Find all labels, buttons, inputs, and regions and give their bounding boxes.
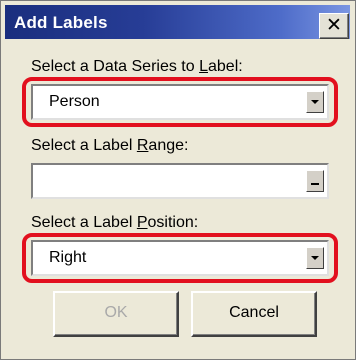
close-icon: ✕ (326, 15, 342, 36)
data-series-label: Select a Data Series to Label: (31, 58, 243, 76)
label-range-picker-button[interactable] (306, 170, 324, 192)
label-range-label-pre: Select a Label (31, 137, 137, 154)
close-button[interactable]: ✕ (319, 13, 349, 39)
label-position-label-pre: Select a Label (31, 214, 137, 231)
data-series-label-pre: Select a Data Series to (31, 58, 200, 75)
data-series-highlight (22, 77, 338, 127)
label-range-label: Select a Label Range: (31, 137, 188, 155)
data-series-label-post: abel: (208, 58, 243, 75)
dialog-titlebar: Add Labels ✕ (5, 5, 350, 39)
label-position-label: Select a Label Position: (31, 214, 198, 232)
cancel-button[interactable]: Cancel (191, 291, 317, 337)
label-position-label-accesskey: P (136, 214, 148, 231)
range-select-icon (311, 183, 319, 185)
label-range-label-accesskey: R (136, 137, 149, 154)
dialog-title: Add Labels (14, 13, 108, 32)
label-range-input[interactable] (31, 163, 329, 199)
add-labels-dialog: Add Labels ✕ Select a Data Series to Lab… (0, 0, 356, 360)
label-position-label-post: osition: (147, 214, 199, 231)
label-range-label-post: ange: (148, 137, 189, 154)
label-position-highlight (22, 233, 338, 283)
ok-button[interactable]: OK (53, 291, 179, 337)
data-series-label-accesskey: L (199, 58, 208, 75)
